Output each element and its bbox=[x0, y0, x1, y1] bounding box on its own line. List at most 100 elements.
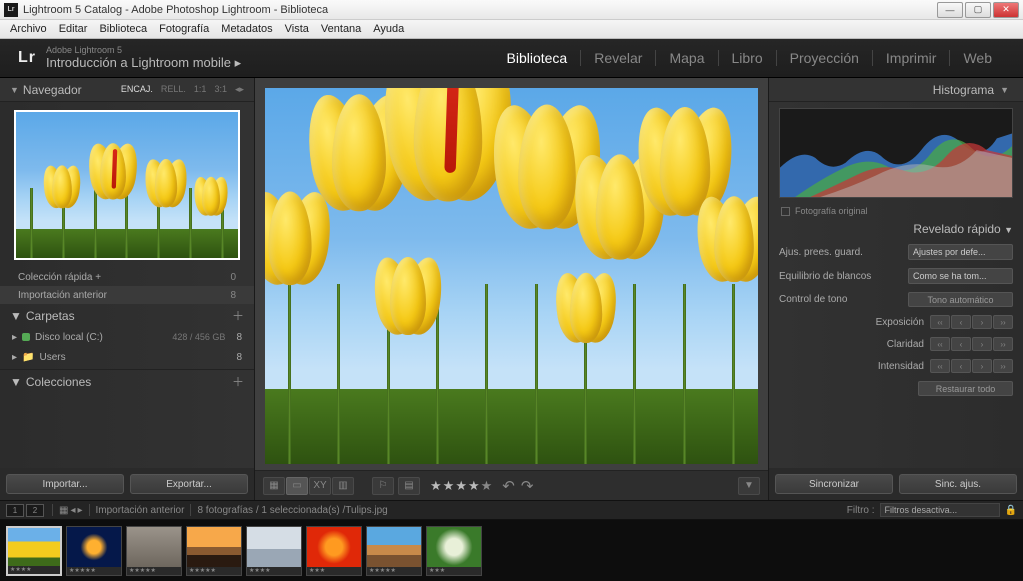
sort-button[interactable]: ▤ bbox=[398, 477, 420, 495]
filmstrip-thumbnail[interactable]: ★★★ bbox=[426, 526, 482, 576]
clarity-inc2[interactable]: ›› bbox=[993, 337, 1013, 351]
menu-fotografía[interactable]: Fotografía bbox=[153, 23, 215, 35]
lr-logo: Lr bbox=[18, 49, 36, 67]
vibrance-label: Intensidad bbox=[878, 361, 924, 372]
undo-icon[interactable]: ↶ bbox=[502, 477, 515, 495]
nav-zoom-ENCAJ[interactable]: ENCAJ. bbox=[121, 84, 153, 95]
exposure-dec2[interactable]: ‹‹ bbox=[930, 315, 950, 329]
rating-stars[interactable]: ★★★★★ bbox=[430, 478, 492, 494]
filmstrip-source[interactable]: Importación anterior bbox=[96, 505, 185, 516]
export-button[interactable]: Exportar... bbox=[130, 474, 248, 494]
filmstrip-info: 8 fotografías / 1 seleccionada(s) /Tulip… bbox=[197, 505, 387, 516]
menu-editar[interactable]: Editar bbox=[53, 23, 94, 35]
module-mapa[interactable]: Mapa bbox=[656, 50, 718, 66]
auto-tone-button[interactable]: Tono automático bbox=[908, 292, 1013, 307]
clarity-dec[interactable]: ‹ bbox=[951, 337, 971, 351]
exposure-inc[interactable]: › bbox=[972, 315, 992, 329]
import-button[interactable]: Importar... bbox=[6, 474, 124, 494]
toolbar-menu-button[interactable]: ▼ bbox=[738, 477, 760, 495]
filmstrip-thumbnail[interactable]: ★★★★★ bbox=[186, 526, 242, 576]
collection-row[interactable]: Importación anterior8 bbox=[0, 286, 254, 304]
minimize-button[interactable]: — bbox=[937, 2, 963, 18]
vibrance-inc2[interactable]: ›› bbox=[993, 359, 1013, 373]
module-biblioteca[interactable]: Biblioteca bbox=[494, 50, 582, 66]
filter-select[interactable]: Filtros desactiva... bbox=[880, 503, 1000, 517]
module-web[interactable]: Web bbox=[950, 50, 1005, 66]
redo-icon[interactable]: ↷ bbox=[521, 477, 534, 495]
histogram-header[interactable]: Histograma ▼ bbox=[769, 78, 1023, 102]
wb-select[interactable]: Como se ha tom... bbox=[908, 268, 1013, 284]
tone-label: Control de tono bbox=[779, 294, 902, 305]
grid-view-button[interactable]: ▦ bbox=[263, 477, 285, 495]
folder-row[interactable]: ▸Disco local (C:)428 / 456 GB8 bbox=[0, 327, 254, 347]
menu-archivo[interactable]: Archivo bbox=[4, 23, 53, 35]
add-collection-icon[interactable]: ＋ bbox=[232, 373, 244, 390]
menu-ayuda[interactable]: Ayuda bbox=[367, 23, 410, 35]
nav-zoom-more[interactable]: ◂▸ bbox=[235, 84, 244, 95]
module-libro[interactable]: Libro bbox=[719, 50, 777, 66]
preset-label: Ajus. prees. guard. bbox=[779, 247, 902, 258]
filmstrip-thumbnail[interactable]: ★★★★ bbox=[6, 526, 62, 576]
filter-label: Filtro : bbox=[847, 505, 875, 516]
close-button[interactable]: ✕ bbox=[993, 2, 1019, 18]
folder-icon: 📁 bbox=[22, 352, 34, 363]
exposure-inc2[interactable]: ›› bbox=[993, 315, 1013, 329]
reset-all-button[interactable]: Restaurar todo bbox=[918, 381, 1013, 396]
module-revelar[interactable]: Revelar bbox=[581, 50, 656, 66]
navigator-header[interactable]: ▼ Navegador ENCAJ.RELL.1:13:1◂▸ bbox=[0, 78, 254, 102]
collection-row[interactable]: Colección rápida +0 bbox=[0, 268, 254, 286]
main-photo[interactable] bbox=[265, 88, 758, 464]
painter-tool[interactable]: ⚐ bbox=[372, 477, 394, 495]
filmstrip-thumbnail[interactable]: ★★★★★ bbox=[66, 526, 122, 576]
nav-zoom-11[interactable]: 1:1 bbox=[194, 84, 207, 95]
compare-view-button[interactable]: XY bbox=[309, 477, 331, 495]
menu-metadatos[interactable]: Metadatos bbox=[215, 23, 278, 35]
filmstrip[interactable]: ★★★★★★★★★★★★★★★★★★★★★★★★★★★★★★★★★★ bbox=[0, 520, 1023, 581]
quick-develop-header[interactable]: Revelado rápido ▼ bbox=[769, 218, 1023, 240]
original-checkbox[interactable] bbox=[781, 207, 790, 216]
module-header: Lr Adobe Lightroom 5 Introducción a Ligh… bbox=[0, 39, 1023, 78]
menu-ventana[interactable]: Ventana bbox=[315, 23, 367, 35]
nav-zoom-31[interactable]: 3:1 bbox=[214, 84, 227, 95]
filmstrip-thumbnail[interactable]: ★★★ bbox=[306, 526, 362, 576]
vibrance-inc[interactable]: › bbox=[972, 359, 992, 373]
forward-icon[interactable]: ▸ bbox=[77, 505, 82, 516]
back-icon[interactable]: ◂ bbox=[70, 505, 75, 516]
monitor-2-button[interactable]: 2 bbox=[26, 504, 44, 517]
menu-biblioteca[interactable]: Biblioteca bbox=[93, 23, 153, 35]
grid-icon[interactable]: ▦ bbox=[59, 505, 68, 516]
left-panel: ▼ Navegador ENCAJ.RELL.1:13:1◂▸ Colecció… bbox=[0, 78, 255, 500]
wb-label: Equilibrio de blancos bbox=[779, 271, 902, 282]
vibrance-dec2[interactable]: ‹‹ bbox=[930, 359, 950, 373]
filmstrip-thumbnail[interactable]: ★★★★ bbox=[246, 526, 302, 576]
histogram-display[interactable] bbox=[779, 108, 1013, 198]
add-folder-icon[interactable]: ＋ bbox=[232, 307, 244, 324]
module-imprimir[interactable]: Imprimir bbox=[873, 50, 951, 66]
folders-header[interactable]: ▼ Carpetas ＋ bbox=[0, 304, 254, 327]
filmstrip-thumbnail[interactable]: ★★★★★ bbox=[366, 526, 422, 576]
nav-zoom-RELL[interactable]: RELL. bbox=[161, 84, 186, 95]
loupe-view-button[interactable]: ▭ bbox=[286, 477, 308, 495]
filmstrip-thumbnail[interactable]: ★★★★★ bbox=[126, 526, 182, 576]
preset-select[interactable]: Ajustes por defe... bbox=[908, 244, 1013, 260]
clarity-inc[interactable]: › bbox=[972, 337, 992, 351]
collections-header[interactable]: ▼ Colecciones ＋ bbox=[0, 369, 254, 393]
app-icon: Lr bbox=[4, 3, 18, 17]
window-title: Lightroom 5 Catalog - Adobe Photoshop Li… bbox=[23, 4, 937, 16]
clarity-dec2[interactable]: ‹‹ bbox=[930, 337, 950, 351]
vibrance-dec[interactable]: ‹ bbox=[951, 359, 971, 373]
original-photo-label: Fotografía original bbox=[795, 206, 868, 216]
filter-lock-icon[interactable]: 🔒 bbox=[1005, 505, 1017, 516]
identity-title[interactable]: Introducción a Lightroom mobile ▸ bbox=[46, 56, 241, 70]
sync-button[interactable]: Sincronizar bbox=[775, 474, 893, 494]
monitor-1-button[interactable]: 1 bbox=[6, 504, 24, 517]
sync-settings-button[interactable]: Sinc. ajus. bbox=[899, 474, 1017, 494]
navigator-thumbnail[interactable] bbox=[14, 110, 240, 260]
maximize-button[interactable]: ▢ bbox=[965, 2, 991, 18]
folders-title: Carpetas bbox=[26, 309, 75, 323]
menu-vista[interactable]: Vista bbox=[279, 23, 315, 35]
survey-view-button[interactable]: ▥ bbox=[332, 477, 354, 495]
exposure-dec[interactable]: ‹ bbox=[951, 315, 971, 329]
module-proyección[interactable]: Proyección bbox=[777, 50, 873, 66]
folder-row[interactable]: ▸📁Users8 bbox=[0, 347, 254, 367]
